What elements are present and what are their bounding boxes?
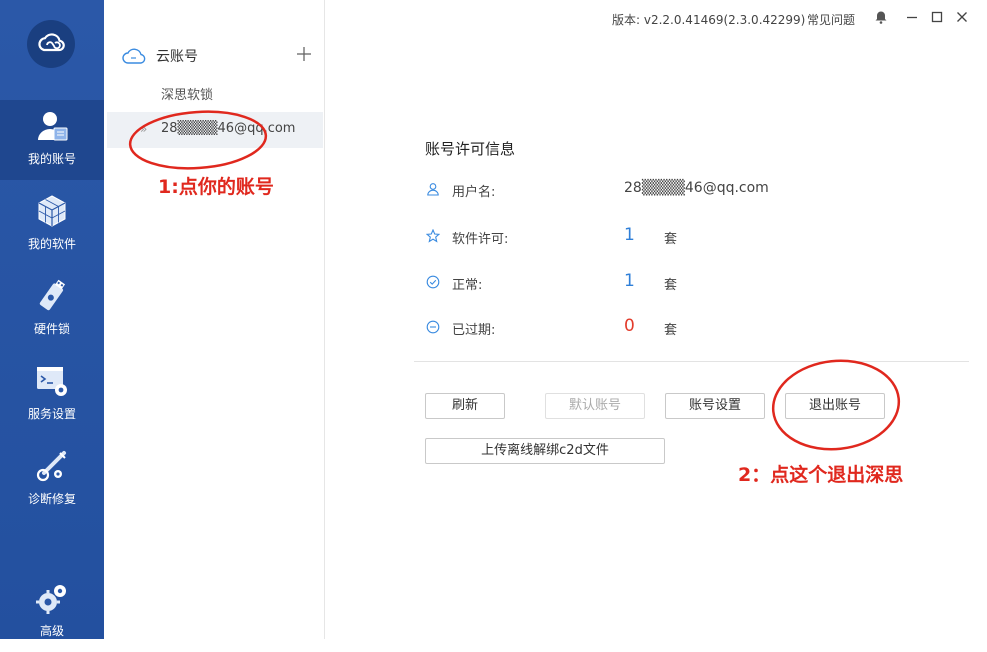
nav-label: 硬件锁: [33, 322, 70, 336]
faq-link[interactable]: 常见问题: [807, 11, 855, 28]
usb-dongle-icon: [39, 279, 66, 311]
list-item-account[interactable]: » 28▒▒▒▒46@qq.com: [107, 112, 323, 148]
nav-hardware-lock[interactable]: 硬件锁: [0, 270, 104, 350]
row-username: 用户名: 28▒▒▒▒46@qq.com: [426, 180, 826, 200]
license-label: 软件许可:: [452, 232, 509, 247]
double-chevron-icon: »: [140, 122, 148, 136]
license-value: 1: [624, 225, 635, 245]
account-email: 28▒▒▒▒46@qq.com: [161, 121, 296, 136]
user-account-icon: [38, 112, 68, 141]
username-label: 用户名:: [452, 185, 496, 200]
minus-circle-icon: [426, 320, 440, 334]
nav-diagnose-repair[interactable]: 诊断修复: [0, 440, 104, 520]
divider: [414, 361, 969, 362]
row-normal: 正常: 1 套: [426, 271, 726, 293]
nav-label: 我的账号: [27, 152, 76, 166]
upload-c2d-button[interactable]: 上传离线解绑c2d文件: [425, 438, 665, 464]
cloud-icon: [122, 48, 146, 64]
add-account-icon[interactable]: [294, 44, 314, 64]
title-bar: 版本: v2.2.0.41469(2.3.0.42299) 常见问题: [600, 0, 987, 36]
account-list: 云账号 深思软锁 » 28▒▒▒▒46@qq.com: [104, 0, 325, 639]
minimize-icon[interactable]: [905, 10, 919, 24]
user-outline-icon: [427, 183, 439, 196]
software-cubes-icon: [38, 195, 66, 227]
nav-label: 我的软件: [27, 237, 76, 251]
close-icon[interactable]: [955, 10, 969, 24]
row-expired: 已过期: 0 套: [426, 316, 726, 338]
logout-button[interactable]: 退出账号: [785, 393, 885, 419]
app-logo: [27, 20, 75, 68]
account-settings-button[interactable]: 账号设置: [665, 393, 765, 419]
annotation-step2: 2：点这个退出深思: [738, 464, 904, 486]
nav-label: 服务设置: [27, 407, 76, 421]
nav-advanced[interactable]: 高级: [0, 572, 104, 652]
version-text: 版本: v2.2.0.41469(2.3.0.42299): [612, 13, 806, 27]
expired-label: 已过期:: [452, 323, 496, 338]
list-item-sense-softlock[interactable]: 深思软锁: [161, 84, 213, 103]
normal-value: 1: [624, 271, 635, 291]
diagnose-repair-icon: [36, 451, 66, 482]
cloud-account-label: 云账号: [156, 49, 198, 65]
nav-my-account[interactable]: 我的账号: [0, 100, 104, 180]
check-circle-icon: [426, 275, 440, 289]
annotation-step1: 1:点你的账号: [158, 176, 274, 198]
normal-unit: 套: [664, 278, 678, 293]
nav-service-settings[interactable]: 服务设置: [0, 355, 104, 435]
nav-label: 诊断修复: [27, 492, 76, 506]
nav-label: 高级: [39, 624, 64, 638]
panel-title: 账号许可信息: [425, 140, 516, 158]
left-nav: 我的账号 我的软件 硬件锁 服务设置 诊断修复 高级: [0, 0, 104, 639]
license-unit: 套: [664, 232, 678, 247]
maximize-icon[interactable]: [930, 10, 944, 24]
row-software-license: 软件许可: 1 套: [426, 225, 726, 247]
advanced-gears-icon: [36, 585, 66, 614]
cloud-account-header: 云账号: [122, 44, 198, 68]
expired-unit: 套: [664, 323, 678, 338]
refresh-button[interactable]: 刷新: [425, 393, 505, 419]
normal-label: 正常:: [452, 278, 483, 293]
nav-my-software[interactable]: 我的软件: [0, 185, 104, 265]
bell-icon[interactable]: [874, 10, 888, 24]
cloud-logo-icon: [38, 33, 65, 52]
expired-value: 0: [624, 316, 635, 336]
star-outline-icon: [426, 229, 440, 243]
username-value: 28▒▒▒▒46@qq.com: [624, 180, 769, 196]
default-account-button[interactable]: 默认账号: [545, 393, 645, 419]
service-settings-icon: [37, 367, 67, 396]
